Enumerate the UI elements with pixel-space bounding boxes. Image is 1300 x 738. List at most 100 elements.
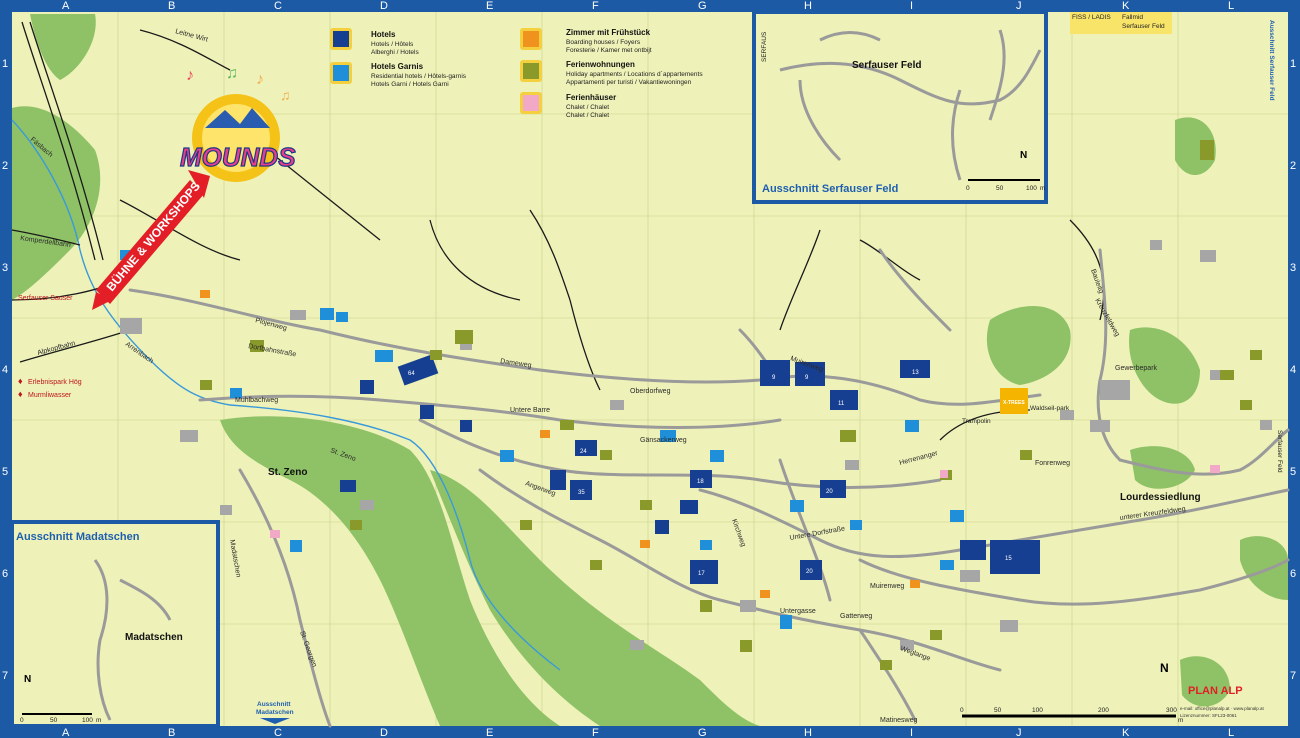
grid-row-label: 7 [2, 670, 8, 682]
grid-column-label: L [1228, 727, 1234, 738]
svg-text:Gänsackerweg: Gänsackerweg [640, 437, 687, 444]
grid-column-label: G [698, 727, 707, 738]
music-note-icon: ♫ [280, 87, 291, 103]
sign-ausschnitt-serfaus: Ausschnitt Serfauser Feld [1268, 20, 1275, 101]
inset-scale-unit: m [1040, 185, 1045, 192]
sign-madatschen: Madatschen [256, 709, 294, 716]
grid-row-label: 1 [1290, 58, 1296, 70]
legend-line: Appartamenti per turisti / Vakantiewonin… [566, 79, 692, 86]
grid-row-label: 1 [2, 58, 8, 70]
legend-line: Hotels Garni / Hotels Garni [371, 81, 449, 88]
poi-serfauser-sauser: Serfauser Sauser [18, 295, 73, 302]
legend-swatch-zimmer [523, 31, 539, 47]
sign-ausschnitt: Ausschnitt [257, 701, 291, 708]
inset-scale-tick: 0 [966, 185, 970, 192]
scale-unit: m [1178, 717, 1183, 724]
grid-row-label: 4 [2, 364, 8, 376]
grid-row-label: 2 [1290, 160, 1296, 172]
brand-name: PLAN ALP [1188, 685, 1243, 697]
grid-row-label: 5 [1290, 466, 1296, 478]
inset-madatschen: Madatschen Ausschnitt Madatschen 0 50 10… [10, 520, 220, 728]
sign-fallmid: Fallmid [1122, 14, 1143, 21]
grid-row-label: 3 [1290, 262, 1296, 274]
poi-erlebnispark: Erlebnispark Hög [28, 379, 82, 386]
svg-text:24: 24 [580, 449, 587, 455]
inset-scale-tick: 100 [82, 717, 93, 724]
svg-text:11: 11 [838, 401, 845, 407]
inset-madatschen-title: Ausschnitt Madatschen [16, 531, 140, 543]
svg-text:Matinesweg: Matinesweg [880, 717, 917, 724]
place-st-zeno: St. Zeno [268, 467, 307, 478]
sign-fiss: FISS / LADIS [1072, 14, 1111, 21]
svg-text:20: 20 [826, 489, 833, 495]
legend-title-zimmer: Zimmer mit Frühstück [566, 28, 651, 37]
grid-column-label: A [62, 0, 70, 12]
legend-line: Chalet / Chalet [566, 112, 609, 119]
poi-murmliwasser: Murmliwasser [28, 392, 72, 399]
svg-text:Untergasse: Untergasse [780, 608, 816, 615]
grid-column-label: E [486, 727, 493, 738]
grid-column-label: I [910, 727, 913, 738]
grid-row-label: 7 [1290, 670, 1296, 682]
north-arrow-icon: N [24, 674, 31, 685]
inset-scale-unit: m [96, 717, 101, 724]
sign-serfauser-feld: Serfauser Feld [1122, 23, 1165, 30]
music-note-icon: ♪ [256, 71, 264, 88]
grid-row-label: 3 [2, 262, 8, 274]
grid-column-label: D [380, 727, 388, 738]
inset-madatschen-place: Madatschen [125, 632, 183, 643]
legend-line: Hotels / Hôtels [371, 41, 414, 48]
legend-line: Chalet / Chalet [566, 104, 609, 111]
inset-serfaus-place: Serfauser Feld [852, 60, 921, 71]
legend-swatch-hotels [333, 31, 349, 47]
legend-title-chalets: Ferienhäuser [566, 93, 616, 102]
legend-swatch-apartments [523, 63, 539, 79]
scale-tick: 200 [1098, 707, 1109, 714]
xtrees-label: X-TREES [1003, 400, 1025, 406]
legend-line: Residential hotels / Hôtels-garnis [371, 73, 467, 80]
grid-column-label: I [910, 0, 913, 12]
erlebnispark-icon: ♦ [18, 376, 23, 386]
svg-text:Oberdorfweg: Oberdorfweg [630, 388, 671, 395]
grid-column-label: J [1016, 727, 1022, 738]
grid-row-label: 5 [2, 466, 8, 478]
svg-text:18: 18 [697, 479, 704, 485]
legend-title-hotels: Hotels [371, 30, 396, 39]
legend-line: Holiday apartments / Locations d´apparte… [566, 71, 703, 78]
inset-serfaus-title: Ausschnitt Serfauser Feld [762, 183, 898, 195]
grid-row-label: 4 [1290, 364, 1296, 376]
grid-column-label: L [1228, 0, 1234, 12]
grid-column-label: K [1122, 727, 1130, 738]
inset-scale-tick: 50 [50, 717, 58, 724]
legend-title-apartments: Ferienwohnungen [566, 60, 635, 69]
legend-line: Boarding houses / Foyers [566, 39, 641, 46]
grid-column-label: J [1016, 0, 1022, 12]
svg-text:13: 13 [912, 370, 919, 376]
svg-text:Muhlbachweg: Muhlbachweg [235, 397, 278, 404]
grid-column-label: H [804, 727, 812, 738]
scale-tick: 0 [960, 707, 964, 714]
inset-scale-tick: 50 [996, 185, 1004, 192]
legend-line: Alberghi / Hotels [371, 49, 419, 56]
inset-scale-tick: 0 [20, 717, 24, 724]
grid-column-label: F [592, 0, 599, 12]
grid-column-label: B [168, 727, 175, 738]
inset-serfaus-side-label: SERFAUS [761, 31, 768, 62]
scale-tick: 50 [994, 707, 1002, 714]
north-arrow-icon: N [1020, 150, 1027, 161]
legend-title-garnis: Hotels Garnis [371, 62, 424, 71]
brand-license: Lizenznummer: SFL23-0061 [1180, 713, 1237, 718]
inset-serfauser-feld: Serfauser Feld SERFAUS Ausschnitt Serfau… [752, 10, 1048, 204]
sign-serfauser-feld-right: Serfauser Feld [1276, 430, 1283, 473]
grid-column-label: G [698, 0, 707, 12]
grid-row-label: 6 [2, 568, 8, 580]
svg-text:Untere Barre: Untere Barre [510, 407, 550, 414]
grid-column-label: A [62, 727, 70, 738]
legend-swatch-chalets [523, 95, 539, 111]
village-map: 99 1113 1517 2024 3518 2064 Dorfbahnstra… [0, 0, 1300, 738]
svg-text:Fonrenweg: Fonrenweg [1035, 460, 1070, 467]
place-lourdessiedlung: Lourdessiedlung [1120, 492, 1201, 503]
scale-tick: 300 [1166, 707, 1177, 714]
grid-column-label: B [168, 0, 175, 12]
logo-text: MOUNDS [180, 142, 296, 172]
